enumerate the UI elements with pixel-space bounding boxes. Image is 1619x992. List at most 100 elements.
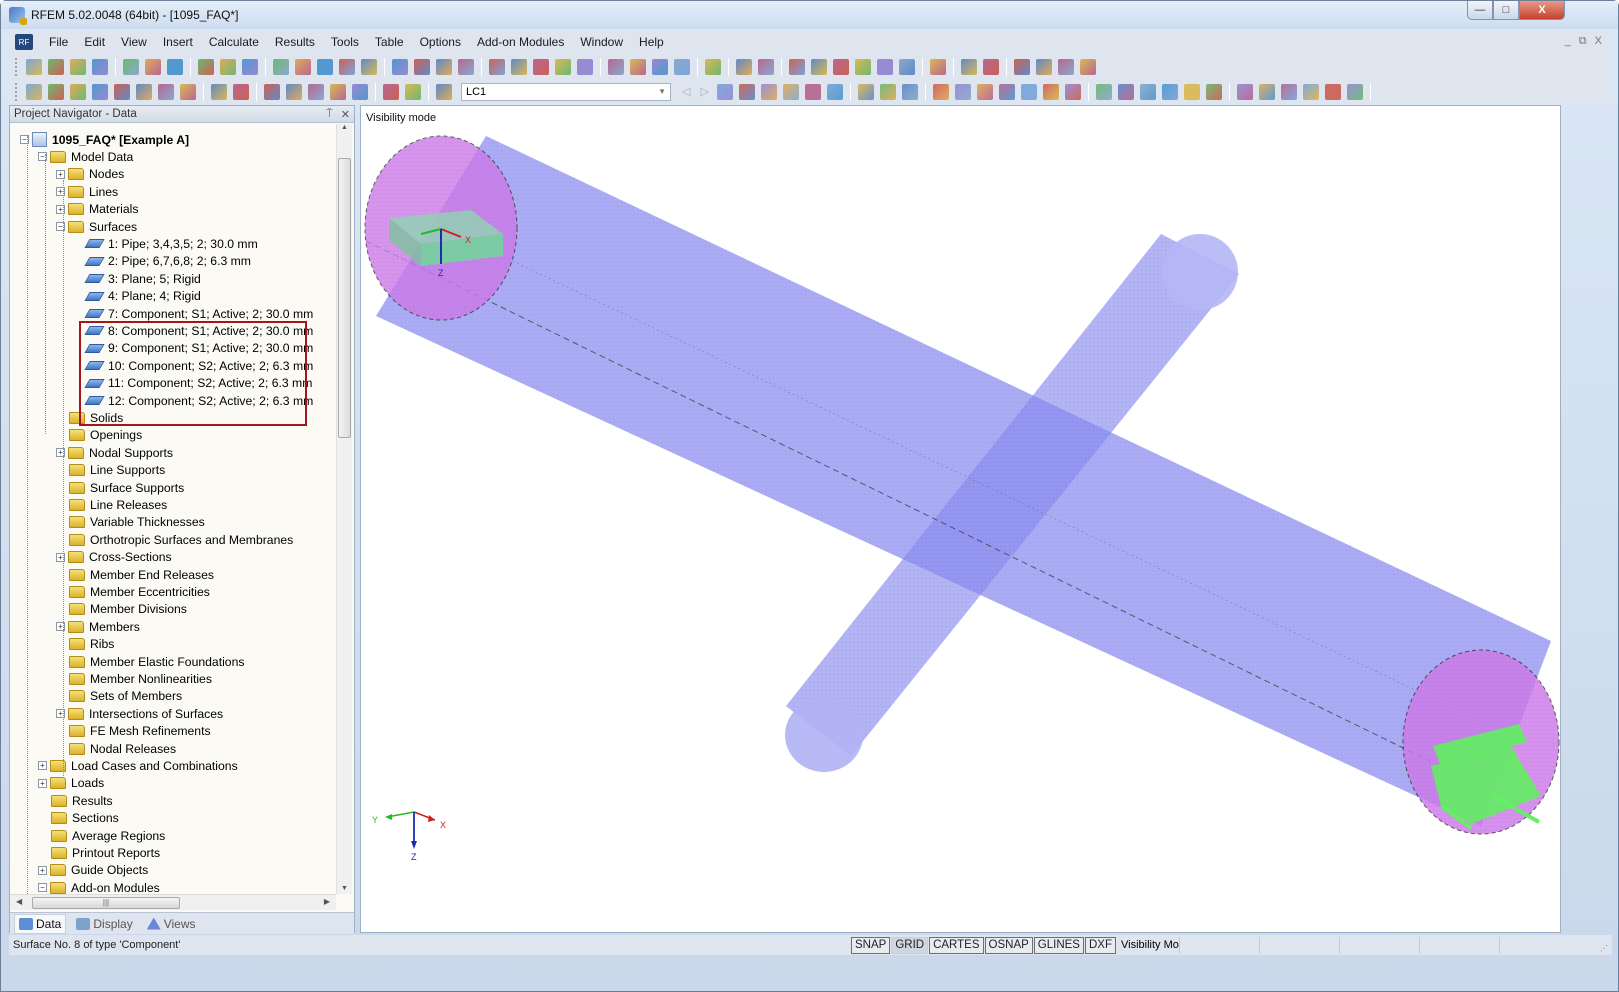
view-tool-icon-2-5[interactable] <box>1042 83 1059 100</box>
main-tool-icon-39[interactable] <box>961 58 977 75</box>
view-tool-icon-0-3[interactable] <box>782 83 799 100</box>
view-tool-icon-1-0[interactable] <box>857 83 874 100</box>
tree-item-loads[interactable]: + Loads <box>38 775 104 792</box>
main-tool-icon-13[interactable] <box>317 58 333 75</box>
main-tool-icon-10[interactable] <box>242 58 258 75</box>
main-tool-icon-2[interactable] <box>48 58 64 75</box>
main-tool-icon-44[interactable] <box>1080 58 1096 75</box>
main-tool-icon-8[interactable] <box>198 58 214 75</box>
main-tool-icon-35[interactable] <box>855 58 871 75</box>
main-tool-icon-25[interactable] <box>608 58 624 75</box>
std-tool-icon-14[interactable] <box>330 83 346 100</box>
main-tool-icon-38[interactable] <box>930 58 946 75</box>
main-tool-icon-24[interactable] <box>577 58 593 75</box>
tree-item-member-eccentricities[interactable]: Member Eccentricities <box>56 583 210 600</box>
menu-view[interactable]: View <box>113 35 155 49</box>
main-tool-icon-22[interactable] <box>533 58 549 75</box>
menu-edit[interactable]: Edit <box>76 35 113 49</box>
tree-surface-item[interactable]: 4: Plane; 4; Rigid <box>74 288 201 305</box>
main-tool-icon-37[interactable] <box>899 58 915 75</box>
std-tool-icon-9[interactable] <box>211 83 227 100</box>
main-tool-icon-3[interactable] <box>70 58 86 75</box>
view-tool-icon-3-4[interactable] <box>1183 83 1200 100</box>
status-toggle-grid[interactable]: GRID <box>891 936 929 954</box>
pin-icon[interactable]: ⍑ <box>326 108 333 121</box>
status-toggle-cartes[interactable]: CARTES <box>929 936 984 954</box>
std-tool-icon-15[interactable] <box>352 83 368 100</box>
main-tool-icon-21[interactable] <box>511 58 527 75</box>
std-tool-icon-17[interactable] <box>405 83 421 100</box>
view-tool-icon-3-5[interactable] <box>1205 83 1222 100</box>
tree-item-members[interactable]: + Members <box>56 618 140 635</box>
main-tool-icon-30[interactable] <box>736 58 752 75</box>
menu-calculate[interactable]: Calculate <box>201 35 267 49</box>
view-tool-icon-0-5[interactable] <box>826 83 843 100</box>
tree-item-surfaces[interactable]: − Surfaces <box>56 218 137 235</box>
menu-table[interactable]: Table <box>367 35 412 49</box>
load-case-select[interactable]: LC1 ▼ <box>461 82 671 101</box>
menu-insert[interactable]: Insert <box>155 35 201 49</box>
menu-options[interactable]: Options <box>412 35 469 49</box>
tree-item-nodes[interactable]: + Nodes <box>56 166 124 183</box>
main-tool-icon-27[interactable] <box>652 58 668 75</box>
main-tool-icon-20[interactable] <box>489 58 505 75</box>
tree-item-surface-supports[interactable]: Surface Supports <box>56 479 184 496</box>
mdi-restore-button[interactable]: ⧉ <box>1579 35 1587 48</box>
std-tool-icon-16[interactable] <box>383 83 399 100</box>
main-tool-icon-6[interactable] <box>145 58 161 75</box>
vertical-scroll-thumb[interactable] <box>338 158 351 438</box>
tree-item-nodal-releases[interactable]: Nodal Releases <box>56 740 176 757</box>
tree-item-materials[interactable]: + Materials <box>56 201 138 218</box>
close-button[interactable]: X <box>1519 1 1565 20</box>
main-tool-icon-43[interactable] <box>1058 58 1074 75</box>
main-tool-icon-34[interactable] <box>833 58 849 75</box>
std-tool-icon-1[interactable] <box>26 83 42 100</box>
std-tool-icon-3[interactable] <box>70 83 86 100</box>
view-tool-icon-0-0[interactable] <box>716 83 733 100</box>
main-tool-icon-1[interactable] <box>26 58 42 75</box>
maximize-button[interactable]: □ <box>1493 1 1519 20</box>
tree-item-member-divisions[interactable]: Member Divisions <box>56 601 187 618</box>
tree-model-data[interactable]: − Model Data <box>38 148 133 165</box>
tree-item-ribs[interactable]: Ribs <box>56 636 114 653</box>
menu-file[interactable]: File <box>41 35 76 49</box>
menu-help[interactable]: Help <box>631 35 672 49</box>
status-toggle-dxf[interactable]: DXF <box>1084 936 1116 954</box>
minimize-button[interactable]: — <box>1467 1 1493 20</box>
scroll-left-arrow[interactable]: ◀ <box>16 897 22 906</box>
std-tool-icon-12[interactable] <box>286 83 302 100</box>
std-tool-icon-2[interactable] <box>48 83 64 100</box>
main-tool-icon-15[interactable] <box>361 58 377 75</box>
main-tool-icon-33[interactable] <box>811 58 827 75</box>
view-tool-icon-3-1[interactable] <box>1117 83 1134 100</box>
std-tool-icon-10[interactable] <box>233 83 249 100</box>
main-tool-icon-31[interactable] <box>758 58 774 75</box>
main-tool-icon-16[interactable] <box>392 58 408 75</box>
scroll-up-arrow[interactable]: ▲ <box>337 124 352 131</box>
view-tool-icon-0-1[interactable] <box>738 83 755 100</box>
close-navigator-icon[interactable]: ✕ <box>341 108 350 121</box>
horizontal-scroll-thumb[interactable]: ||| <box>32 897 180 909</box>
main-tool-icon-18[interactable] <box>436 58 452 75</box>
tree-item-member-end-releases[interactable]: Member End Releases <box>56 566 214 583</box>
main-tool-icon-23[interactable] <box>555 58 571 75</box>
main-tool-icon-19[interactable] <box>458 58 474 75</box>
navigator-vertical-scrollbar[interactable]: ▲ ▼ <box>336 124 352 894</box>
status-toggle-osnap[interactable]: OSNAP <box>984 936 1033 954</box>
expand-icon[interactable]: + <box>56 169 65 179</box>
main-tool-icon-42[interactable] <box>1036 58 1052 75</box>
tree-item-nodal-supports[interactable]: + Nodal Supports <box>56 444 173 461</box>
tree-item-intersections-of-surfaces[interactable]: + Intersections of Surfaces <box>56 705 223 722</box>
view-tool-icon-4-4[interactable] <box>1324 83 1341 100</box>
tree-surface-item[interactable]: 3: Plane; 5; Rigid <box>74 270 201 287</box>
menu-window[interactable]: Window <box>572 35 631 49</box>
collapse-icon[interactable]: − <box>38 883 47 893</box>
tab-data[interactable]: Data <box>14 913 67 934</box>
view-tool-icon-4-1[interactable] <box>1258 83 1275 100</box>
view-tool-icon-2-1[interactable] <box>954 83 971 100</box>
view-tool-icon-4-0[interactable] <box>1236 83 1253 100</box>
view-tool-icon-2-0[interactable] <box>932 83 949 100</box>
view-tool-icon-2-3[interactable] <box>998 83 1015 100</box>
main-tool-icon-11[interactable] <box>273 58 289 75</box>
scroll-down-arrow[interactable]: ▼ <box>337 885 352 892</box>
